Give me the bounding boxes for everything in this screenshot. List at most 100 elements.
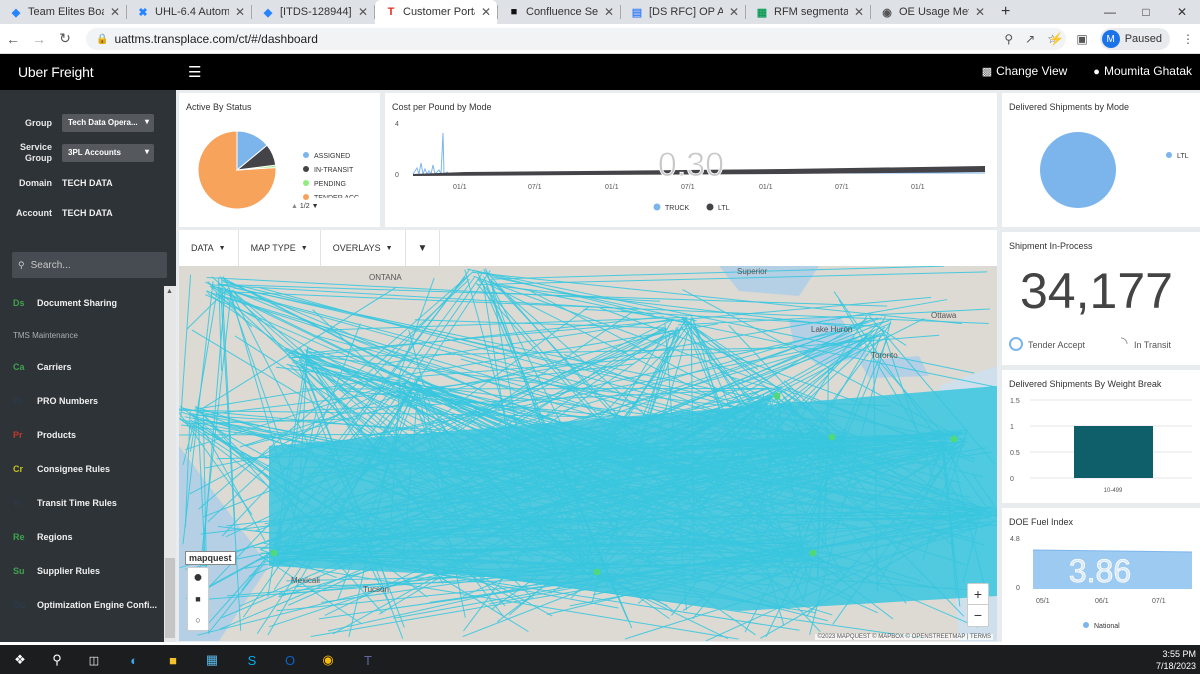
map-canvas[interactable]: Ottawa Toronto Lake Huron Superior Mexicali T… [179,266,997,641]
forward-icon[interactable]: → [26,31,52,47]
sidebar-item[interactable]: Ds Document Sharing [0,286,164,320]
sidebar-scrollbar[interactable]: ▲ [164,286,176,642]
legend-national[interactable]: National [1094,623,1120,630]
map-toolbar: DATA ▼ MAP TYPE ▼ OVERLAYS ▼ ▼ [179,230,997,266]
new-tab-icon[interactable]: + [991,0,1020,24]
menu-abbr-icon: Ca [13,362,25,372]
legend-ltl[interactable]: LTL [1177,153,1189,160]
browser-tab[interactable]: ✖ UHL-6.4 Automat ✕ [127,0,251,24]
tab-close-icon[interactable]: ✕ [358,5,368,19]
sidebar-item[interactable]: Op Optimization Engine Confi... [0,588,164,622]
browser-tab[interactable]: ◆ Team Elites Board ✕ [0,0,126,24]
tab-close-icon[interactable]: ✕ [235,5,245,19]
filter-select[interactable]: 3PL Accounts [62,144,154,162]
legend-ltl[interactable]: LTL [718,205,730,212]
filter-select[interactable]: Tech Data Opera... [62,114,154,132]
browser-tab[interactable]: T Customer Portal ✕ [375,0,497,24]
filter-button[interactable]: ▼ [406,230,441,266]
rectangle-tool-icon[interactable]: ■ [188,589,208,610]
url-field[interactable]: 🔒 uattms.transplace.com/ct/#/dashboard ⚲… [86,28,1066,50]
windows-start-icon[interactable]: ❖ [10,650,30,670]
data-dropdown[interactable]: DATA ▼ [179,230,239,266]
task-view-icon[interactable]: ◫ [84,650,104,670]
map-place-label: Lake Huron [811,325,852,334]
overlays-dropdown[interactable]: OVERLAYS ▼ [321,230,406,266]
circle-tool-icon[interactable]: ○ [188,610,208,631]
bar-chart-icon: ▩ [981,66,993,78]
browser-tab[interactable]: ◉ OE Usage Metrics ✕ [871,0,991,24]
shipment-map[interactable]: Ottawa Toronto Lake Huron Superior Mexicali T… [179,266,997,641]
bar-10-499[interactable] [1074,426,1153,478]
in-process-panel: Shipment In-Process 34,177 Tender Accept… [1002,232,1200,365]
legend-item[interactable]: IN-TRANSIT [314,167,354,174]
sidebar-item[interactable]: Pr Products [0,418,164,452]
map-attribution[interactable]: ©2023 MAPQUEST © MAPBOX © OPENSTREETMAP … [815,634,993,640]
sidebar-item[interactable]: Pr PRO Numbers [0,384,164,418]
search-icon[interactable]: ⚲ [47,650,67,670]
tab-close-icon[interactable]: ✕ [110,5,120,19]
tab-close-icon[interactable]: ✕ [975,5,985,19]
zoom-out-button[interactable]: − [968,605,988,626]
pie-slice-ltl[interactable] [1040,132,1116,208]
tab-close-icon[interactable]: ✕ [729,5,739,19]
draw-controls: ⯃ ■ ○ [187,567,209,631]
sidebar-item-label: Carriers [37,362,72,372]
tab-close-icon[interactable]: ✕ [604,5,614,19]
sidebar-item[interactable]: Tr Transit Time Rules [0,486,164,520]
browser-tab[interactable]: ◆ [ITDS-128944] Or ✕ [252,0,374,24]
skype-icon[interactable]: S [242,650,262,670]
tab-close-icon[interactable]: ✕ [854,5,864,19]
profile-button[interactable]: M Paused [1099,28,1170,50]
legend-pager[interactable]: ▲ 1/2 ▼ [291,203,319,210]
search-input[interactable]: ⚲ Search... [12,252,167,278]
caret-down-icon: ▼ [385,244,393,252]
file-explorer-icon[interactable]: ■ [163,650,183,670]
change-view-button[interactable]: ▩ Change View [982,64,1068,78]
store-icon[interactable]: ▦ [202,650,222,670]
scroll-thumb[interactable] [165,558,175,638]
tab-title: OE Usage Metrics [899,6,969,18]
browser-tab[interactable]: ■ Confluence Sectio ✕ [498,0,620,24]
teams-icon[interactable]: T [358,650,378,670]
map-type-dropdown[interactable]: MAP TYPE ▼ [239,230,321,266]
chrome-icon[interactable]: ◉ [318,650,338,670]
extensions-icon[interactable]: ⚡ [1049,32,1064,46]
sidebar-item-label: Transit Time Rules [37,498,117,508]
close-window-icon[interactable]: ✕ [1164,0,1200,24]
maximize-icon[interactable]: □ [1128,0,1164,24]
outlook-icon[interactable]: O [280,650,300,670]
filter-value: TECH DATA [62,208,113,218]
legend-item[interactable]: ASSIGNED [314,153,350,160]
share-icon[interactable]: ↗ [1025,32,1035,46]
tab-title: RFM segmentatio [774,6,848,18]
legend-item[interactable]: TENDER ACC [314,195,359,202]
reload-icon[interactable]: ↻ [52,30,78,47]
in-transit-label: In Transit [1134,340,1172,350]
big-value-overlay: 0.30 [658,146,724,184]
map-place-label: Toronto [871,351,898,360]
sidebar-item[interactable]: Cr Consignee Rules [0,452,164,486]
brand-logo[interactable]: Uber Freight [18,64,94,80]
minimize-icon[interactable]: — [1092,0,1128,24]
x-tick: 07/1 [1152,598,1166,605]
lock-icon[interactable]: 🔒 [96,34,108,45]
scroll-up-icon[interactable]: ▲ [166,288,173,295]
browser-menu-icon[interactable]: ⋮ [1182,32,1194,46]
tab-close-icon[interactable]: ✕ [481,5,491,19]
zoom-in-button[interactable]: + [968,584,988,605]
zoom-icon[interactable]: ⚲ [1004,32,1013,46]
hamburger-menu-icon[interactable]: ☰ [188,63,201,81]
edge-icon[interactable]: ◐ [124,650,144,670]
sidebar-item[interactable]: Re Regions [0,520,164,554]
browser-tab[interactable]: ▦ RFM segmentatio ✕ [746,0,870,24]
polygon-tool-icon[interactable]: ⯃ [188,568,208,589]
sidebar-item[interactable]: Su Supplier Rules [0,554,164,588]
legend-truck[interactable]: TRUCK [665,205,689,212]
sidepanel-icon[interactable]: ▣ [1076,32,1087,46]
legend-item[interactable]: PENDING [314,181,346,188]
back-icon[interactable]: ← [0,31,26,47]
sidebar-item[interactable]: Ca Carriers [0,350,164,384]
system-clock[interactable]: 3:55 PM 7/18/2023 [1156,648,1196,672]
user-menu[interactable]: ● Moumita Ghatak [1093,64,1192,78]
browser-tab[interactable]: ▤ [DS RFC] OP Acc ✕ [621,0,745,24]
